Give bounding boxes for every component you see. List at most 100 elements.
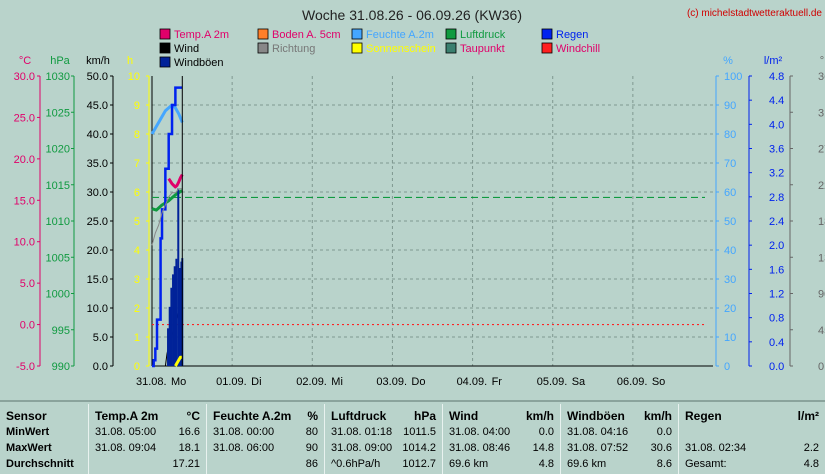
legend-swatch [257,28,269,40]
legend-label: Richtung [272,43,315,55]
legend-swatch [541,42,553,54]
axis-tick-label: 1005 [46,252,70,264]
stats-column-unit: km/h [525,409,554,423]
axis-tick-label: 0 [724,361,730,373]
axis-tick-label: 6 [134,187,140,199]
axis-tick-label: 100 [724,71,742,83]
legend-swatch [351,28,363,40]
axis-tick-label: 25.0 [14,112,35,124]
axis-tick-label: 25.0 [87,216,108,228]
axis-tick-label: 225 [818,180,825,192]
legend-label: Windböen [174,57,224,69]
stats-cell: 31.08. 07:52 30.6 [567,442,672,454]
axis-tick-label: 1.2 [769,289,784,301]
stats-cell: 31.08. 02:34 2.2 [685,442,819,454]
legend-label: Wind [174,43,199,55]
stats-cell: 31.08. 08:46 14.8 [449,442,554,454]
axis-tick-label: 1 [134,332,140,344]
x-tick-day: Mi [331,376,343,388]
axis-tick-label: 1030 [46,71,70,83]
stats-cell: 31.08. 09:00 1014.2 [331,442,436,454]
legend-label: Sonnenschein [366,43,436,55]
stats-column-header: Temp.A 2m °C [95,409,200,423]
axis-tick-label: 90 O [818,289,825,301]
stats-row-label-min: MinWert [6,426,50,438]
axis-tick-label: 4 [134,245,140,257]
axis-tick-label: 15.0 [14,195,35,207]
axis-tick-label: 10.0 [87,303,108,315]
axis-tick-label: 2.0 [769,240,784,252]
axis-tick-label: 3 [134,274,140,286]
stats-cell: 86 [305,458,318,470]
axis-tick-label: 1.6 [769,264,784,276]
axis-tick-label: 20.0 [14,154,35,166]
axis-tick-label: 2 [134,303,140,315]
axis-tick-label: 40.0 [87,129,108,141]
stats-cell [685,426,819,440]
axis-tick-label: 0.0 [769,361,784,373]
stats-cell: 69.6 km 4.8 [449,458,554,470]
stats-column-2: Luftdruck hPa 31.08. 01:18 1011.5 31.08. 09:… [324,404,442,474]
axis-tick-label: 0 N [818,361,825,373]
stats-column-header: Wind km/h [449,409,554,423]
copyright-label: (c) michelstadtwetteraktuell.de [687,8,822,19]
axis-tick-label: 360 N [818,71,825,83]
axis-tick-label: 10 [724,332,736,344]
axis-tick-label: 45 [818,325,825,337]
stats-cell: 31.08. 04:16 0.0 [567,426,672,438]
stats-column-header: Windböen km/h [567,409,672,423]
legend-label: Temp.A 2m [174,29,229,41]
legend-swatch [445,42,457,54]
axis-unit-label: % [723,55,733,67]
axis-tick-label: 1025 [46,107,70,119]
axis-tick-label: 7 [134,158,140,170]
axis-tick-label: 80 [724,129,736,141]
stats-column-4: Windböen km/h 31.08. 04:16 0.0 31.08. 07:52 3… [560,404,678,474]
axis-unit-label: h [127,55,133,67]
x-tick-date: 04.09. [457,376,488,388]
stats-column-unit: °C [186,409,200,423]
stats-table: Sensor MinWert MaxWert Durchschnitt Temp… [0,400,825,474]
stats-column-3: Wind km/h 31.08. 04:00 0.0 31.08. 08:46 14.8 6… [442,404,560,474]
stats-cell: Gesamt: 4.8 [685,458,819,470]
axis-tick-label: 5.0 [20,278,35,290]
x-tick-day: Sa [572,376,586,388]
axis-unit-label: l/m² [764,55,783,67]
axis-tick-label: 270 W [818,144,825,156]
stats-row-label-max: MaxWert [6,442,52,454]
stats-sensor-header: Sensor [6,409,47,423]
x-tick-day: Di [251,376,261,388]
axis-tick-label: 30.0 [14,71,35,83]
axis-tick-label: 2.8 [769,192,784,204]
axis-unit-label: ° [820,55,824,67]
axis-tick-label: 0.8 [769,313,784,325]
axis-tick-label: 60 [724,187,736,199]
axis-tick-label: 990 [52,361,70,373]
axis-tick-label: 315 [818,107,825,119]
axis-tick-label: 45.0 [87,100,108,112]
stats-row-label-avg: Durchschnitt [6,458,74,470]
axis-tick-label: 4.0 [769,119,784,131]
x-tick-date: 05.09. [537,376,568,388]
stats-cell: 31.08. 01:18 1011.5 [331,426,436,438]
axis-tick-label: 10.0 [14,237,35,249]
axis-tick-label: 5.0 [93,332,108,344]
legend-swatch [159,56,171,68]
axis-tick-label: 1000 [46,289,70,301]
axis-unit-label: hPa [50,55,70,67]
axis-tick-label: 135 [818,252,825,264]
axis-tick-label: 30 [724,274,736,286]
x-tick-day: Do [411,376,425,388]
axis-tick-label: 40 [724,245,736,257]
axis-tick-label: 180 S [818,216,825,228]
stats-column-header: Luftdruck hPa [331,409,436,423]
x-tick-day: Mo [171,376,186,388]
stats-column-5: Regen l/m² 31.08. 02:34 2.2 Gesamt: 4.8 [678,404,825,474]
legend-label: Boden A. 5cm [272,29,341,41]
axis-tick-label: 15.0 [87,274,108,286]
axis-tick-label: 20.0 [87,245,108,257]
axis-tick-label: -5.0 [16,361,35,373]
legend-swatch [445,28,457,40]
axis-tick-label: 0.0 [93,361,108,373]
stats-column-unit: % [307,409,318,423]
